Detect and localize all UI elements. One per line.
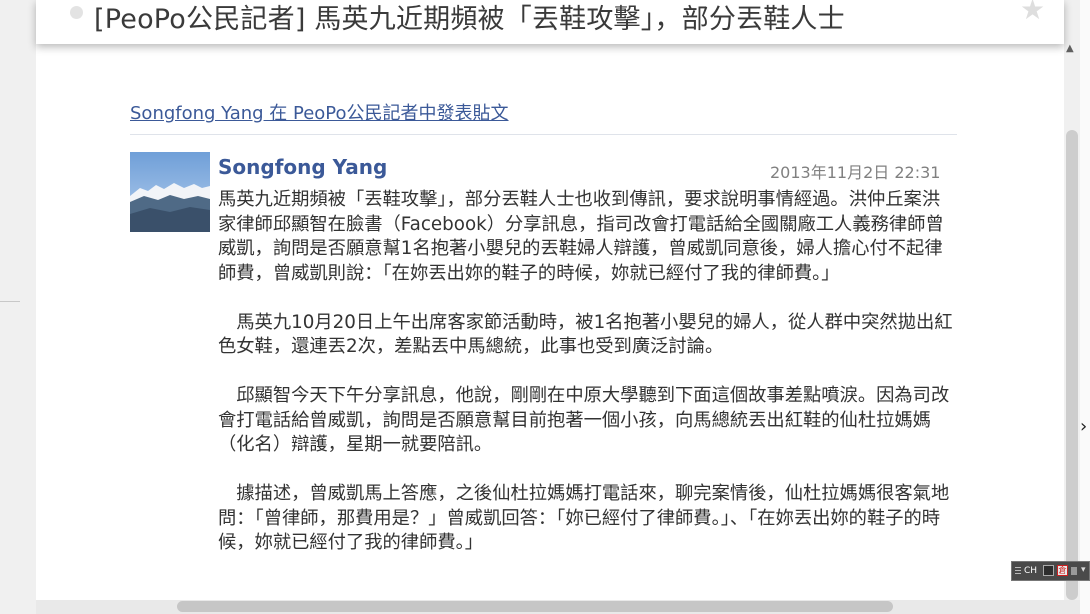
post-body: 馬英九近期頻被「丟鞋攻擊」，部分丟鞋人士也收到傳訊，要求說明事情經過。洪仲丘案洪… [218,188,953,580]
ime-language-label[interactable]: CH [1024,566,1037,576]
post-header-link[interactable]: Songfong Yang 在 PeoPo公民記者中發表貼文 [130,99,509,125]
header-divider [130,134,957,135]
title-bullet-icon [70,6,83,19]
ime-menu-icon[interactable]: ▾ [1081,565,1086,575]
star-icon[interactable]: ★ [1020,0,1045,24]
gutter-divider [0,301,20,302]
post-paragraph: 據描述，曾威凱馬上答應，之後仙杜拉媽媽打電話來，聊完案情後，仙杜拉媽媽很客氣地問… [218,483,950,553]
left-gutter [0,0,36,614]
scroll-up-arrow-icon[interactable]: ▲ [1066,44,1074,54]
post-paragraph: 馬英九10月20日上午出席客家節活動時，被1名抱著小嬰兒的婦人，從人群中突然拋出… [218,311,953,358]
avatar-mountain-image [130,152,210,232]
avatar[interactable] [130,152,210,232]
post-paragraph: 邱顯智今天下午分享訊息，他說，剛剛在中原大學聽到下面這個故事差點噴淚。因為司改會… [218,385,950,455]
post-timestamp[interactable]: 2013年11月2日 22:31 [770,159,940,183]
ime-keyboard-icon[interactable] [1043,565,1054,576]
ime-options-icon[interactable] [1071,567,1077,575]
right-edge-strip [1080,0,1090,614]
horizontal-scrollbar-thumb[interactable] [177,601,893,612]
chevron-right-icon[interactable]: › [1080,418,1087,436]
author-name-link[interactable]: Songfong Yang [218,155,387,179]
ime-language-bar[interactable]: CH 倉 ▾ [1011,561,1090,581]
page-title: [PeoPo公民記者] 馬英九近期頻被「丟鞋攻擊」，部分丟鞋人士 [94,4,845,35]
vertical-scrollbar-thumb[interactable] [1066,130,1078,600]
post-paragraph: 馬英九近期頻被「丟鞋攻擊」，部分丟鞋人士也收到傳訊，要求說明事情經過。洪仲丘案洪… [218,189,944,284]
ime-grip-handle[interactable] [1015,567,1021,576]
ime-mode-icon[interactable]: 倉 [1057,565,1068,576]
